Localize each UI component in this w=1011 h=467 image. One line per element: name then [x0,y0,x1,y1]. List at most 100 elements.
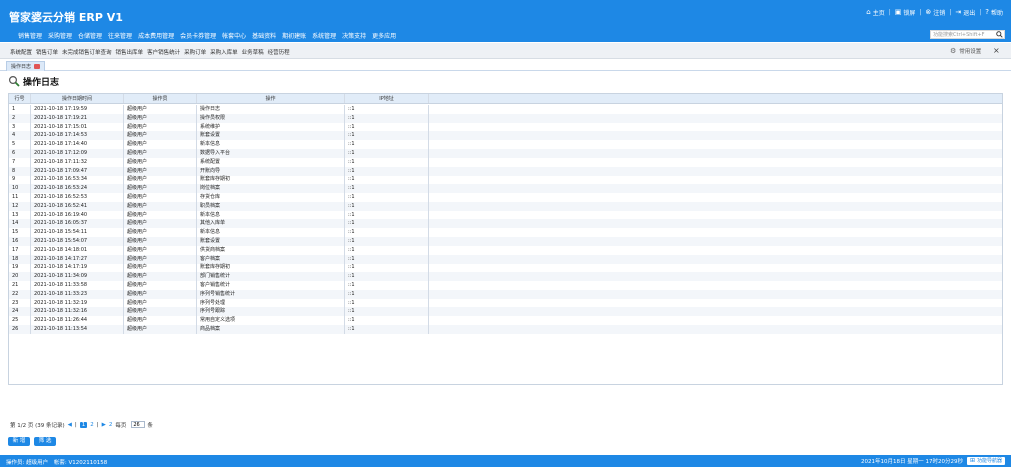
table-row[interactable]: 16 2021-10-18 15:54:07 超级用户 账套设置::1 [9,237,1002,246]
nav-item-sales[interactable]: 销售管理 [18,31,42,40]
nav-item-cost[interactable]: 成本费用管理 [138,31,174,40]
table-row[interactable]: 10 2021-10-18 16:53:24 超级用户 岗位档案::1 [9,184,1002,194]
quick-link-sales-order[interactable]: 销售订单 [36,48,58,56]
help-link[interactable]: ? 帮助 [985,8,1003,18]
cell-datetime: 2021-10-18 15:54:11 [31,228,124,238]
nav-item-purchase[interactable]: 采购管理 [48,31,72,40]
cell-filler [429,219,1002,228]
top-links: ⌂ 主页 | ▣ 锁屏 | ⊗ 注销 | ⇥ 退出 | ? 帮助 [866,8,1003,18]
common-settings-button[interactable]: ⚙ 常用设置 [950,47,981,55]
nav-item-basic-data[interactable]: 基础资料 [252,31,276,40]
cell-operator: 超级用户 [124,325,197,334]
table-row[interactable]: 7 2021-10-18 17:11:32 超级用户 系统配置::1 [9,157,1002,167]
table-row[interactable]: 15 2021-10-18 15:54:11 超级用户 新本信息::1 [9,228,1002,238]
separator: | [979,9,982,16]
table-row[interactable]: 22 2021-10-18 11:33:23 超级用户 序列号销售统计::1 [9,289,1002,299]
add-button[interactable]: 新 增 [8,437,30,446]
next-page-button[interactable]: ▶ [102,422,106,428]
column-header-ip[interactable]: IP地址 [345,94,429,103]
tab-close-icon[interactable] [34,64,41,69]
quick-link-unfinished-orders[interactable]: 未完成销售订单查询 [62,48,112,56]
table-row[interactable]: 8 2021-10-18 17:09:47 超级用户 开账向导::1 [9,166,1002,176]
quick-link-sales-outbound[interactable]: 销售出库单 [116,48,144,56]
table-row[interactable]: 23 2021-10-18 11:32:19 超级用户 序列号处理::1 [9,298,1002,308]
cell-action: 存货仓库 [197,193,345,202]
nav-item-decision[interactable]: 决策支持 [342,31,366,40]
table-row[interactable]: 13 2021-10-18 16:19:40 超级用户 新本信息::1 [9,210,1002,220]
table-row[interactable]: 18 2021-10-18 14:17:27 超级用户 客户档案::1 [9,254,1002,264]
column-header-operator[interactable]: 操作员 [124,94,197,103]
tab-operation-log[interactable]: 操作日志 [6,61,46,71]
table-row[interactable]: 11 2021-10-18 16:52:53 超级用户 存货仓库::1 [9,193,1002,202]
quick-link-drafts[interactable]: 业务草稿 [242,48,264,56]
status-left: 操作员: 超级用户 帐套: V1202110158 [6,458,111,466]
cell-operator: 超级用户 [124,149,197,158]
nav-item-membership[interactable]: 会员卡券管理 [180,31,216,40]
table-row[interactable]: 21 2021-10-18 11:33:58 超级用户 客户销售统计::1 [9,281,1002,290]
search-icon[interactable] [995,31,1004,38]
help-icon: ? [985,8,989,16]
cell-action: 序列号处理 [197,298,345,308]
table-row[interactable]: 1 2021-10-18 17:19:59 超级用户 操作日志::1 [9,105,1002,114]
quick-link-customer-sales[interactable]: 客户销售统计 [147,48,180,56]
operator-info: 操作员: 超级用户 [6,460,49,466]
last-page-button[interactable]: 2 [109,422,113,428]
nav-item-account-center[interactable]: 帐套中心 [222,31,246,40]
table-row[interactable]: 14 2021-10-18 16:05:37 超级用户 其他入库单::1 [9,219,1002,229]
column-header-action[interactable]: 操作 [197,94,345,103]
cell-operator: 超级用户 [124,131,197,141]
cell-index: 13 [9,210,31,220]
cell-datetime: 2021-10-18 17:11:32 [31,157,124,167]
table-row[interactable]: 17 2021-10-18 14:18:01 超级用户 供货商档案::1 [9,245,1002,255]
nav-item-more-apps[interactable]: 更多应用 [372,31,396,40]
page-1-button[interactable]: 1 [79,421,88,428]
status-bar: 操作员: 超级用户 帐套: V1202110158 2021年10月18日 星期… [0,455,1011,467]
cell-filler [429,140,1002,149]
column-header-filler [429,94,1002,103]
quick-link-history[interactable]: 经营历程 [268,48,290,56]
column-header-datetime[interactable]: 操作日期时间 [31,94,124,103]
nav-item-warehouse[interactable]: 仓储管理 [78,31,102,40]
cell-filler [429,131,1002,140]
table-row[interactable]: 2 2021-10-18 17:19:21 超级用户 操作员权限::1 [9,113,1002,123]
quick-link-system-config[interactable]: 系统配置 [10,48,32,56]
table-row[interactable]: 12 2021-10-18 16:52:41 超级用户 职员档案::1 [9,201,1002,211]
cell-action: 部门销售统计 [197,272,345,282]
cell-filler [429,211,1002,220]
logout-link[interactable]: ⊗ 注销 [925,8,945,18]
table-row[interactable]: 25 2021-10-18 11:26:44 超级用户 常用自定义选项::1 [9,316,1002,326]
table-row[interactable]: 3 2021-10-18 17:15:01 超级用户 系统维护::1 [9,122,1002,132]
navigator-icon: ⊞ [969,457,975,464]
function-search-input[interactable] [931,31,995,38]
separator: | [919,9,922,16]
function-navigator-button[interactable]: ⊞ 功能导航器 [966,457,1005,465]
nav-item-opening[interactable]: 期初建账 [282,31,306,40]
nav-item-system[interactable]: 系统管理 [312,31,336,40]
column-header-index[interactable]: 行号 [9,94,31,103]
nav-item-accounts[interactable]: 往来管理 [108,31,132,40]
cell-operator: 超级用户 [124,228,197,238]
table-row[interactable]: 5 2021-10-18 17:14:40 超级用户 新本信息::1 [9,140,1002,150]
table-row[interactable]: 6 2021-10-18 17:12:09 超级用户 数据导入平台::1 [9,149,1002,158]
home-link[interactable]: ⌂ 主页 [866,8,884,18]
prev-page-button[interactable]: ◀ [68,422,72,428]
table-row[interactable]: 20 2021-10-18 11:34:09 超级用户 部门销售统计::1 [9,272,1002,282]
table-row[interactable]: 4 2021-10-18 17:14:53 超级用户 账套设置::1 [9,131,1002,141]
cell-datetime: 2021-10-18 11:32:16 [31,307,124,317]
cell-datetime: 2021-10-18 17:12:09 [31,149,124,158]
close-icon[interactable]: × [993,46,1000,55]
table-row[interactable]: 19 2021-10-18 14:17:19 超级用户 账套库存期初::1 [9,263,1002,273]
table-row[interactable]: 24 2021-10-18 11:32:16 超级用户 序列号跟踪::1 [9,307,1002,317]
table-row[interactable]: 9 2021-10-18 16:53:34 超级用户 账套库存期初::1 [9,175,1002,185]
table-row[interactable]: 26 2021-10-18 11:13:54 超级用户 商品档案::1 [9,325,1002,334]
page-2-button[interactable]: 2 [90,422,94,428]
cell-action: 操作员权限 [197,113,345,123]
filter-button[interactable]: 筛 选 [34,437,56,446]
quick-link-purchase-order[interactable]: 采购订单 [184,48,206,56]
exit-link[interactable]: ⇥ 退出 [955,8,975,18]
lock-link[interactable]: ▣ 锁屏 [895,8,916,18]
cell-operator: 超级用户 [124,307,197,317]
cell-ip: ::1 [345,228,429,238]
per-page-input[interactable] [131,421,146,428]
quick-link-purchase-inbound[interactable]: 采购入库单 [210,48,238,56]
